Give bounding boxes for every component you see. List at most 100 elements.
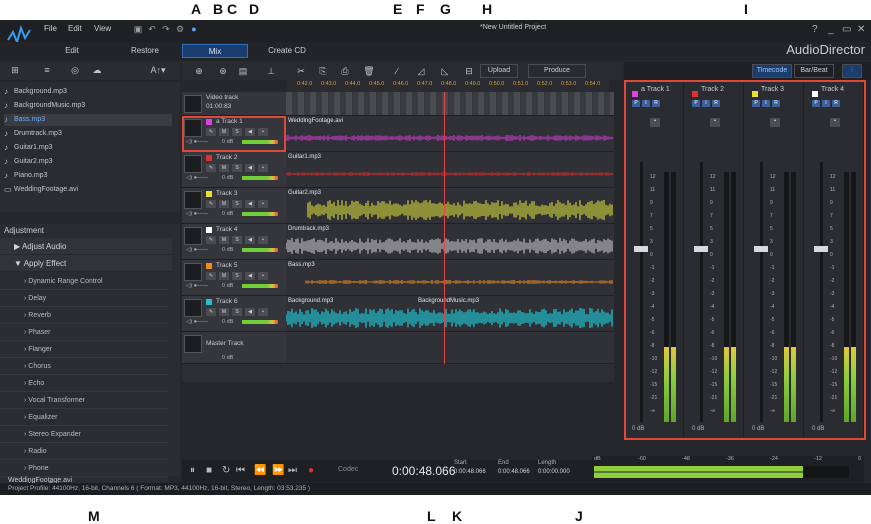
edit-icon[interactable]: ✎	[206, 128, 216, 136]
menu-view[interactable]: View	[94, 24, 111, 33]
record-button[interactable]: •	[258, 236, 268, 244]
record-track-icon[interactable]: ⊛	[216, 65, 230, 77]
channel-r-button[interactable]: R	[712, 100, 720, 107]
cut-icon[interactable]: ✂	[294, 65, 308, 77]
tab-mix[interactable]: Mix	[182, 44, 248, 58]
adjust-audio-group[interactable]: ▶ Adjust Audio	[0, 238, 172, 255]
end-value[interactable]: 0:00:48.066	[498, 469, 530, 475]
volume-icon[interactable]: ◁) ●——	[186, 319, 208, 325]
library-item[interactable]: ♪ Guitar2.mp3	[4, 156, 172, 168]
speaker-icon[interactable]: ◀	[245, 308, 255, 316]
edit-icon[interactable]: ✎	[206, 308, 216, 316]
edit-icon[interactable]: ✎	[206, 272, 216, 280]
record-button[interactable]: •	[258, 308, 268, 316]
solo-button[interactable]: S	[232, 308, 242, 316]
apply-effect-group[interactable]: ▼ Apply Effect	[0, 255, 172, 272]
track-name[interactable]: Track 4	[216, 226, 237, 233]
delete-icon[interactable]: 🗑	[362, 65, 376, 77]
channel-p-button[interactable]: P	[692, 100, 700, 107]
plugin-icon[interactable]: ◎	[68, 65, 82, 77]
volume-icon[interactable]: ◁) ●——	[186, 283, 208, 289]
menu-file[interactable]: File	[44, 24, 57, 33]
volume-icon[interactable]: ◁) ●——	[186, 175, 208, 181]
cloud-icon[interactable]: ☁	[90, 65, 104, 77]
pan-knob[interactable]: •	[830, 118, 840, 127]
effect-item[interactable]: › Phone	[0, 460, 168, 477]
info-icon[interactable]: ●	[188, 23, 200, 35]
timecode-button[interactable]: Timecode	[752, 64, 792, 78]
channel-i-button[interactable]: I	[642, 100, 650, 107]
effect-item[interactable]: › Vocal Transformer	[0, 392, 168, 409]
volume-icon[interactable]: ◁) ●——	[186, 211, 208, 217]
track-header[interactable]: a Track 1 ✎ M S ◀ • ◁) ●—— 0 dB	[182, 116, 286, 152]
fade-out-icon[interactable]: ◺	[438, 65, 452, 77]
track-lane[interactable]: WeddingFootage.avi	[286, 116, 614, 152]
settings-icon[interactable]: ⚙	[174, 23, 186, 35]
insert-icon[interactable]: ⊥	[264, 65, 278, 77]
help-icon[interactable]: ?	[812, 24, 818, 35]
channel-i-button[interactable]: I	[762, 100, 770, 107]
effect-item[interactable]: › Delay	[0, 290, 168, 307]
edit-icon[interactable]: ✎	[206, 200, 216, 208]
channel-i-button[interactable]: I	[822, 100, 830, 107]
mixer-settings-icon[interactable]: ⫶	[842, 64, 862, 78]
effect-item[interactable]: › Stereo Expander	[0, 426, 168, 443]
track-view-icon[interactable]: ▤	[236, 65, 250, 77]
master-track-lane[interactable]	[286, 332, 614, 364]
minimize-icon[interactable]: _	[828, 24, 834, 35]
close-icon[interactable]: ✕	[857, 24, 865, 35]
speaker-icon[interactable]: ◀	[245, 236, 255, 244]
fader-knob[interactable]	[634, 246, 648, 252]
speaker-icon[interactable]: ◀	[245, 200, 255, 208]
channel-r-button[interactable]: R	[832, 100, 840, 107]
silence-icon[interactable]: ⊟	[462, 65, 476, 77]
menu-edit[interactable]: Edit	[68, 24, 82, 33]
produce-button[interactable]: Produce	[528, 64, 586, 78]
timeline-ruler[interactable]: 0:42.0 0:43.0 0:44.0 0:45.0 0:46.0 0:47.0 0:48…	[287, 80, 609, 92]
solo-button[interactable]: S	[232, 164, 242, 172]
upload-button[interactable]: Upload	[480, 64, 518, 78]
solo-button[interactable]: S	[232, 128, 242, 136]
split-icon[interactable]: ∕	[390, 65, 404, 77]
mute-button[interactable]: M	[219, 308, 229, 316]
rewind-icon[interactable]: ⏪	[254, 465, 266, 476]
track-header[interactable]: Track 6 ✎ M S ◀ • ◁) ●—— 0 dB	[182, 296, 286, 332]
save-icon[interactable]: ▣	[132, 23, 144, 35]
record-button[interactable]: •	[258, 200, 268, 208]
channel-p-button[interactable]: P	[752, 100, 760, 107]
effect-item[interactable]: › Equalizer	[0, 409, 168, 426]
pan-knob[interactable]: •	[650, 118, 660, 127]
fade-in-icon[interactable]: ◿	[414, 65, 428, 77]
tab-edit[interactable]: Edit	[52, 44, 92, 58]
track-lane[interactable]: Drumtrack.mp3	[286, 224, 614, 260]
channel-r-button[interactable]: R	[772, 100, 780, 107]
track-name[interactable]: Track 3	[216, 190, 237, 197]
record-icon[interactable]: ●	[308, 465, 314, 476]
library-item[interactable]: ♪ Piano.mp3	[4, 170, 172, 182]
channel-i-button[interactable]: I	[702, 100, 710, 107]
edit-icon[interactable]: ✎	[206, 236, 216, 244]
track-name[interactable]: Track 2	[216, 154, 237, 161]
mute-button[interactable]: M	[219, 236, 229, 244]
library-item[interactable]: ♪ Guitar1.mp3	[4, 142, 172, 154]
library-item[interactable]: ♪ Background.mp3	[4, 86, 172, 98]
fader-knob[interactable]	[754, 246, 768, 252]
effect-item[interactable]: › Chorus	[0, 358, 168, 375]
record-button[interactable]: •	[258, 164, 268, 172]
edit-icon[interactable]: ✎	[206, 164, 216, 172]
pause-icon[interactable]: ⏸	[190, 465, 195, 476]
solo-button[interactable]: S	[232, 272, 242, 280]
library-item[interactable]: ▭ WeddingFootage.avi	[4, 184, 172, 196]
effect-item[interactable]: › Dynamic Range Control	[0, 273, 168, 290]
video-track-lane[interactable]	[286, 92, 614, 116]
track-header[interactable]: Track 2 ✎ M S ◀ • ◁) ●—— 0 dB	[182, 152, 286, 188]
copy-icon[interactable]: ⎘	[316, 65, 330, 77]
channel-p-button[interactable]: P	[632, 100, 640, 107]
solo-button[interactable]: S	[232, 200, 242, 208]
restore-icon[interactable]: ▭	[842, 24, 851, 35]
length-value[interactable]: 0:00:00.000	[538, 469, 570, 475]
fader-knob[interactable]	[694, 246, 708, 252]
volume-icon[interactable]: ◁) ●——	[186, 139, 208, 145]
library-item[interactable]: ♪ BackgroundMusic.mp3	[4, 100, 172, 112]
library-item[interactable]: ♪ Bass.mp3	[4, 114, 172, 126]
